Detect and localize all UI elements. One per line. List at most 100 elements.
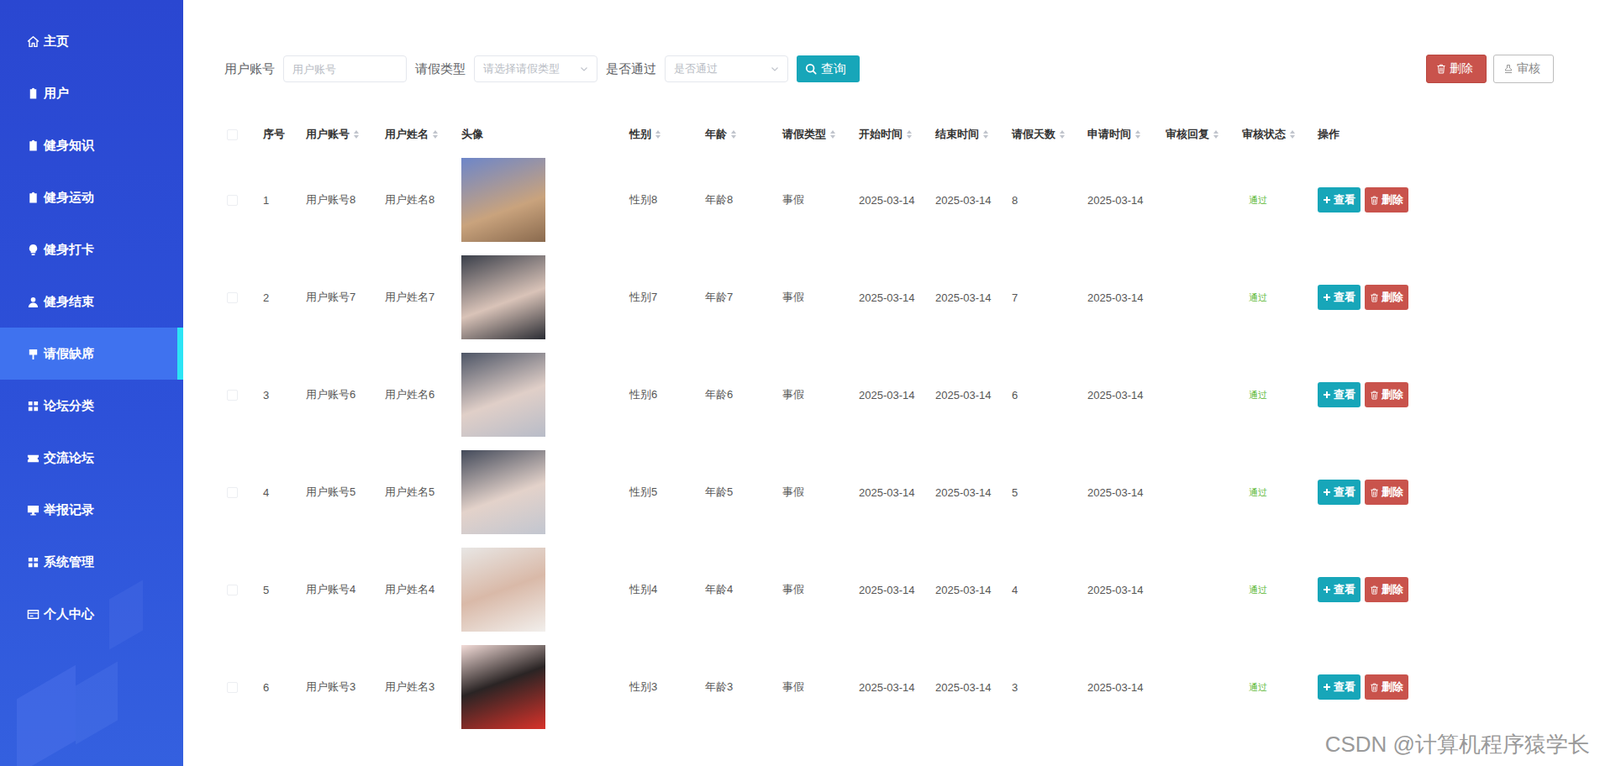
select-placeholder: 请选择请假类型 [483, 61, 560, 77]
sort-icon[interactable] [352, 129, 360, 140]
row-action-button[interactable]: 查看 [1317, 284, 1361, 311]
actions-cell: 查看 删除 [1317, 674, 1554, 700]
header-cell[interactable]: 请假类型 [782, 126, 859, 143]
account-cell: 用户账号3 [305, 679, 385, 695]
column-label: 结束时间 [935, 126, 979, 143]
gender-cell: 性别4 [629, 582, 706, 598]
sort-icon[interactable] [1212, 129, 1220, 140]
header-cell: 头像 [461, 126, 630, 143]
sidebar-item[interactable]: 个人中心 [0, 588, 184, 641]
row-action-button[interactable]: 删除 [1364, 479, 1409, 506]
sidebar-item[interactable]: 请假缺席 [0, 327, 184, 380]
sidebar-item[interactable]: 交流论坛 [0, 431, 184, 485]
index-cell: 6 [263, 681, 306, 695]
sort-icon[interactable] [431, 129, 439, 140]
header-cell[interactable]: 用户姓名 [384, 126, 462, 143]
actions-cell: 查看 删除 [1317, 479, 1554, 506]
days-cell: 7 [1011, 291, 1088, 305]
table-row: 1 用户账号8 用户姓名8 性别8 年龄8 事假 2025-03-14 2025… [224, 151, 1554, 249]
sidebar-item[interactable]: 健身运动 [0, 171, 184, 224]
column-label: 申请时间 [1087, 126, 1132, 143]
sidebar-label: 健身知识 [43, 137, 95, 154]
sidebar-item[interactable]: 举报记录 [0, 484, 184, 537]
table-row: 2 用户账号7 用户姓名7 性别7 年龄7 事假 2025-03-14 2025… [224, 248, 1554, 347]
column-label: 用户姓名 [384, 126, 429, 143]
filter-select[interactable]: 请选择请假类型 [473, 55, 598, 83]
header-cell[interactable]: 开始时间 [858, 126, 936, 143]
index-cell: 4 [263, 486, 306, 500]
header-cell[interactable]: 审核状态 [1242, 126, 1318, 143]
sort-icon[interactable] [1134, 129, 1142, 140]
table-row: 4 用户账号5 用户姓名5 性别5 年龄5 事假 2025-03-14 2025… [224, 443, 1554, 542]
row-action-button[interactable]: 删除 [1364, 674, 1409, 700]
avatar-photo [461, 547, 546, 632]
sort-icon[interactable] [1289, 129, 1296, 140]
sidebar-item[interactable]: 健身打卡 [0, 223, 184, 276]
sidebar-item[interactable]: 健身知识 [0, 119, 184, 172]
filter: 用户账号 [224, 55, 407, 83]
sidebar-item[interactable]: 系统管理 [0, 536, 184, 589]
filter-input[interactable] [283, 55, 407, 83]
sort-icon[interactable] [829, 129, 837, 140]
sort-icon[interactable] [905, 129, 913, 140]
row-action-button[interactable]: 删除 [1364, 577, 1409, 603]
header-cell [224, 129, 264, 141]
toolbar-button[interactable]: 删除 [1426, 54, 1487, 84]
filter-select[interactable]: 是否通过 [664, 55, 789, 83]
row-checkbox[interactable] [226, 389, 238, 401]
row-action-button[interactable]: 删除 [1364, 284, 1409, 311]
avatar-cell [461, 450, 630, 535]
clipboard-check-icon [26, 139, 40, 153]
avatar-photo [461, 645, 546, 730]
search-button[interactable]: 查询 [796, 55, 860, 83]
row-action-button[interactable]: 查看 [1317, 577, 1361, 603]
header-cell[interactable]: 年龄 [705, 126, 783, 143]
header-cell[interactable]: 用户账号 [305, 126, 385, 143]
toolbar-button[interactable]: 审核 [1493, 54, 1554, 84]
header-cell[interactable]: 审核回复 [1165, 126, 1243, 143]
stamp-icon [1503, 63, 1514, 74]
sort-icon[interactable] [730, 129, 737, 140]
row-action-button[interactable]: 查看 [1317, 382, 1361, 408]
row-checkbox[interactable] [226, 292, 238, 304]
grid-icon [26, 400, 40, 413]
column-label: 请假类型 [782, 126, 827, 143]
row-action-button[interactable]: 删除 [1364, 382, 1409, 408]
apply-time-cell: 2025-03-14 [1087, 681, 1166, 695]
start-time-cell: 2025-03-14 [858, 291, 936, 305]
row-action-button[interactable]: 删除 [1364, 187, 1409, 213]
row-checkbox[interactable] [226, 487, 238, 499]
sidebar-item[interactable]: 用户 [0, 67, 184, 120]
filter-label: 用户账号 [224, 61, 275, 78]
row-checkbox[interactable] [226, 194, 238, 206]
row-checkbox[interactable] [226, 584, 238, 596]
end-time-cell: 2025-03-14 [935, 291, 1012, 305]
sidebar-item[interactable]: 健身结束 [0, 275, 184, 328]
sidebar-item[interactable]: 论坛分类 [0, 379, 184, 432]
select-all-checkbox[interactable] [226, 129, 238, 141]
header-cell[interactable]: 结束时间 [935, 126, 1012, 143]
header-cell[interactable]: 性别 [629, 126, 706, 143]
account-cell: 用户账号4 [305, 582, 385, 598]
header-cell[interactable]: 申请时间 [1087, 126, 1166, 143]
column-label: 性别 [629, 126, 652, 143]
sidebar-item[interactable]: 主页 [0, 15, 184, 68]
card-icon [26, 608, 40, 622]
status-cell: 通过 [1242, 389, 1318, 402]
sort-icon[interactable] [654, 129, 662, 140]
gender-cell: 性别7 [629, 289, 706, 306]
row-action-button[interactable]: 查看 [1317, 479, 1361, 506]
row-checkbox[interactable] [226, 682, 238, 694]
sort-icon[interactable] [1058, 129, 1066, 140]
start-time-cell: 2025-03-14 [858, 389, 936, 402]
account-cell: 用户账号6 [305, 387, 385, 403]
header-cell[interactable]: 请假天数 [1011, 126, 1088, 143]
avatar-cell [461, 645, 630, 730]
sort-icon[interactable] [982, 129, 990, 140]
age-cell: 年龄5 [705, 484, 783, 500]
row-action-button[interactable]: 查看 [1317, 187, 1361, 213]
row-action-button[interactable]: 查看 [1317, 674, 1361, 700]
leave-type-cell: 事假 [782, 582, 859, 598]
avatar-cell [461, 157, 630, 243]
start-time-cell: 2025-03-14 [858, 584, 936, 597]
